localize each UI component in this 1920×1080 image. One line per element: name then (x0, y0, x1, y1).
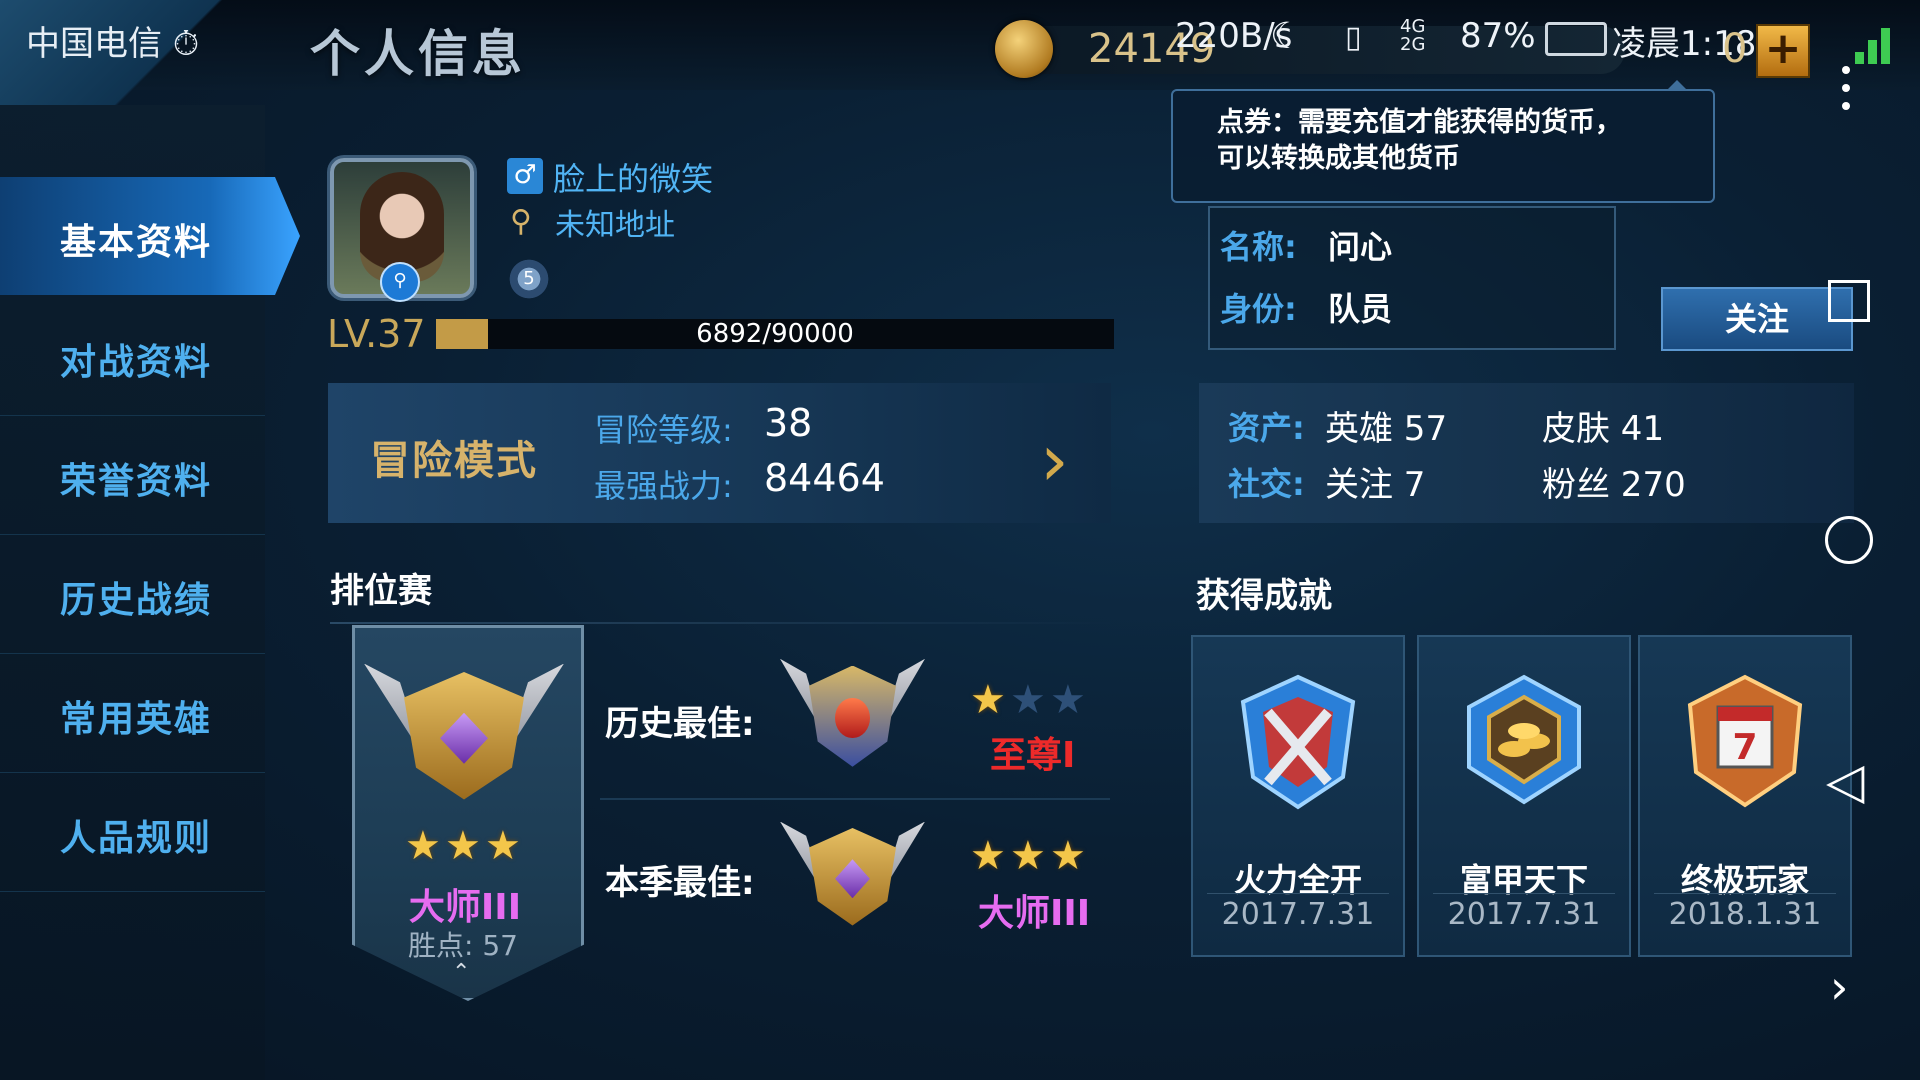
network-indicator: 4G 2G (1400, 16, 1426, 55)
adventure-level-value: 38 (764, 401, 813, 445)
exp-text: 6892/90000 (696, 319, 854, 349)
achievement-name: 火力全开 (1233, 861, 1362, 899)
chevron-up-icon: ⌃ (452, 960, 471, 985)
star-icon: ★ (1050, 833, 1086, 879)
sidebar-item-credit-rules[interactable]: 人品规则 (0, 773, 265, 892)
sidebar-item-basic-info[interactable]: 基本资料 (0, 177, 300, 295)
max-power-value: 84464 (764, 456, 885, 500)
star-empty-icon: ★ (1050, 677, 1086, 723)
star-icon: ★ (970, 677, 1006, 723)
sidebar-item-match-history[interactable]: 历史战绩 (0, 535, 265, 654)
divider (600, 798, 1110, 800)
chevron-right-icon[interactable]: › (1830, 960, 1848, 1014)
win-points: 胜点: 57 (408, 929, 518, 962)
star-icon: ★ (485, 823, 521, 869)
divider (330, 622, 1115, 624)
home-icon[interactable] (1825, 516, 1873, 564)
location-pin-icon: ⚲ (510, 204, 532, 239)
achievement-name: 富甲天下 (1459, 861, 1588, 899)
team-name-value: 问心 (1328, 228, 1393, 266)
player-level: LV.37 (327, 312, 426, 356)
skin-count[interactable]: 皮肤 41 (1542, 401, 1664, 450)
sidebar-item-label: 人品规则 (60, 818, 213, 859)
assets-label: 资产: (1228, 409, 1305, 447)
bicycle-icon: ⚲ (380, 262, 420, 302)
fans-count[interactable]: 粉丝 270 (1542, 457, 1686, 506)
adventure-title: 冒险模式 (370, 438, 538, 484)
team-role-value: 队员 (1328, 290, 1393, 328)
recharge-button[interactable]: + (1756, 24, 1810, 78)
achievement-date: 2017.7.31 (1221, 897, 1375, 932)
sidebar-item-label: 对战资料 (60, 342, 213, 383)
calendar-badge-icon: 7 (1687, 674, 1803, 808)
svg-text:7: 7 (1732, 727, 1757, 768)
ranked-section-title: 排位赛 (330, 571, 432, 611)
player-location: 未知地址 (555, 208, 675, 243)
vibrate-icon: ▯ (1345, 20, 1362, 55)
vip-badge-icon[interactable]: 5 (505, 258, 553, 300)
master-emblem-icon (364, 655, 564, 825)
voucher-tooltip: 点券：需要充值才能获得的货币， 可以转换成其他货币 (1171, 89, 1715, 203)
current-tier: 大师III (408, 887, 522, 928)
sidebar: 基本资料 对战资料 荣誉资料 历史战绩 常用英雄 人品规则 (0, 105, 300, 1080)
achievement-date: 2017.7.31 (1447, 897, 1601, 932)
player-name: 脸上的微笑 (553, 160, 714, 198)
team-name-label: 名称: (1220, 228, 1297, 266)
history-best-label: 历史最佳: (605, 704, 755, 744)
supreme-emblem-icon (780, 652, 925, 787)
sidebar-item-label: 基本资料 (60, 222, 213, 263)
season-tier: 大师III (978, 893, 1091, 934)
following-count[interactable]: 关注 7 (1325, 457, 1425, 506)
more-menu-icon[interactable] (1842, 66, 1850, 120)
vip-badge-level: 5 (523, 268, 535, 289)
sidebar-item-honor-info[interactable]: 荣誉资料 (0, 416, 265, 535)
page-title: 个人信息 (310, 25, 526, 83)
tooltip-text: 可以转换成其他货币 (1217, 143, 1460, 174)
exp-bar: 6892/90000 (436, 319, 1114, 349)
achievement-name: 终极玩家 (1680, 861, 1809, 899)
star-icon: ★ (970, 833, 1006, 879)
carrier-label: 中国电信 ⏱ (26, 24, 200, 64)
star-icon: ★ (445, 823, 481, 869)
adventure-level-label: 冒险等级: (594, 411, 733, 449)
season-best-label: 本季最佳: (605, 863, 755, 903)
history-tier: 至尊I (990, 735, 1076, 776)
recent-apps-icon[interactable] (1828, 280, 1870, 322)
signal-strength-icon (1855, 24, 1899, 64)
follow-button[interactable]: 关注 (1661, 287, 1853, 351)
moon-icon: ☾ (1270, 16, 1303, 57)
achievement-date: 2018.1.31 (1668, 897, 1822, 932)
male-gender-icon: ♂ (507, 158, 543, 194)
sidebar-item-common-heroes[interactable]: 常用英雄 (0, 654, 265, 773)
gold-coins-badge-icon (1467, 674, 1581, 805)
sidebar-item-label: 历史战绩 (60, 580, 213, 621)
star-icon: ★ (405, 823, 441, 869)
gold-coin-icon (995, 20, 1053, 78)
sidebar-item-label: 常用英雄 (60, 699, 213, 740)
achievement-card[interactable]: 火力全开 2017.7.31 (1191, 635, 1405, 957)
social-label: 社交: (1228, 465, 1305, 503)
achievement-card[interactable]: 7 终极玩家 2018.1.31 (1638, 635, 1852, 957)
chevron-right-icon[interactable]: › (1040, 418, 1069, 502)
star-icon: ★ (1010, 833, 1046, 879)
battery-level: 87% (1460, 16, 1536, 56)
battery-icon (1545, 22, 1607, 56)
crossed-swords-shield-icon (1240, 674, 1356, 810)
max-power-label: 最强战力: (594, 467, 733, 505)
master-emblem-icon (780, 815, 925, 945)
star-empty-icon: ★ (1010, 677, 1046, 723)
tooltip-text: 点券：需要充值才能获得的货币， (1217, 107, 1622, 138)
sidebar-item-battle-info[interactable]: 对战资料 (0, 297, 265, 416)
sidebar-item-label: 荣誉资料 (60, 461, 213, 502)
team-role-label: 身份: (1220, 290, 1297, 328)
achievements-section-title: 获得成就 (1196, 576, 1332, 616)
achievement-card[interactable]: 富甲天下 2017.7.31 (1417, 635, 1631, 957)
back-icon[interactable]: ◁ (1826, 752, 1864, 810)
hero-count[interactable]: 英雄 57 (1325, 401, 1447, 450)
voucher-amount: 0 (1722, 26, 1748, 72)
